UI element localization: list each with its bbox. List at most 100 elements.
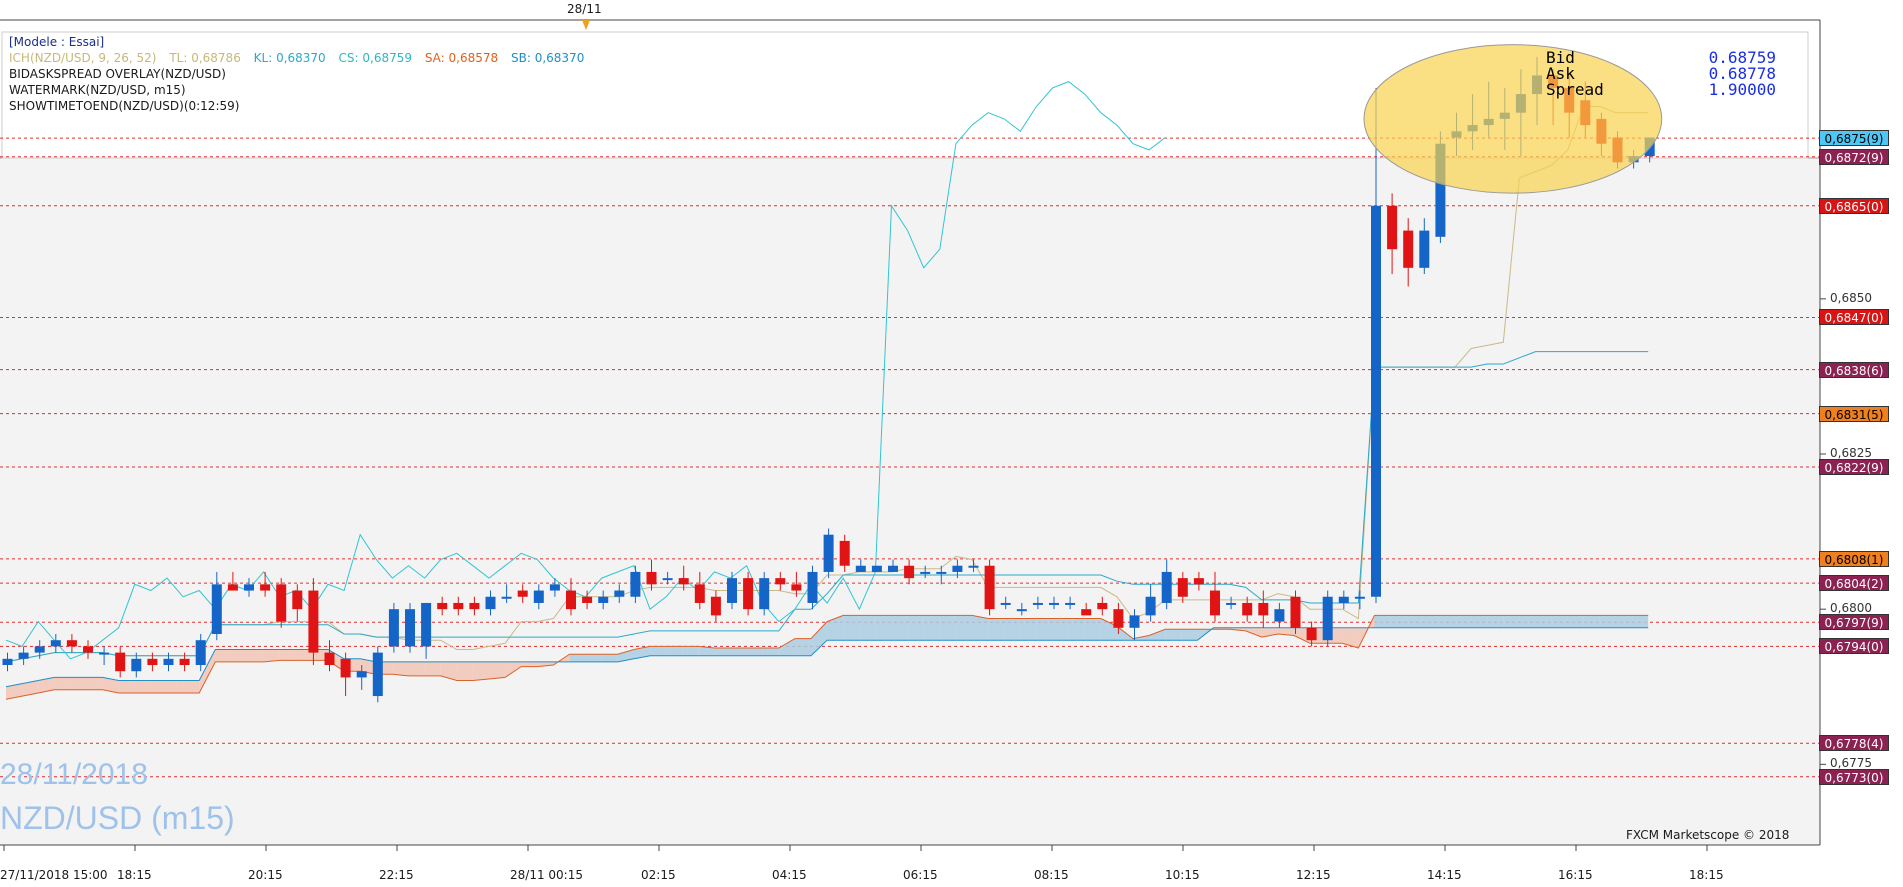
candle-body bbox=[227, 584, 238, 591]
candle-body bbox=[1049, 602, 1059, 605]
candle-body bbox=[743, 578, 754, 610]
price-label: 0,6872(9) bbox=[1819, 148, 1889, 165]
candle-body bbox=[839, 540, 850, 566]
cloud-segment bbox=[1567, 615, 1584, 628]
x-tick-label: 16:15 bbox=[1558, 868, 1593, 882]
price-label: 0,6778(4) bbox=[1819, 735, 1889, 752]
candle-body bbox=[1322, 596, 1333, 641]
price-label: 0,6875(9) bbox=[1819, 130, 1889, 147]
cloud-segment bbox=[923, 615, 940, 641]
candle-body bbox=[276, 584, 287, 622]
candle-body bbox=[308, 590, 319, 653]
candle-body bbox=[372, 652, 383, 697]
cloud-segment bbox=[183, 680, 200, 693]
ichimoku-sa: SA: 0,68578 bbox=[424, 51, 499, 65]
cloud-segment bbox=[585, 654, 602, 662]
candle-body bbox=[147, 658, 158, 666]
candle-body bbox=[662, 578, 673, 581]
y-tick-label: 0,6775 bbox=[1830, 756, 1872, 771]
watermark-date: 28/11/2018 bbox=[0, 758, 148, 791]
cloud-segment bbox=[1004, 618, 1021, 641]
price-label: 0,6797(9) bbox=[1819, 614, 1889, 631]
cloud-segment bbox=[247, 649, 264, 662]
candle-body bbox=[1210, 590, 1220, 616]
cloud-segment bbox=[408, 661, 425, 676]
cloud-segment bbox=[392, 661, 409, 676]
watermark-symbol: NZD/USD (m15) bbox=[0, 800, 235, 836]
cloud-segment bbox=[569, 654, 586, 662]
candle-body bbox=[1354, 596, 1365, 599]
x-axis bbox=[3, 845, 1708, 851]
candle-body bbox=[791, 584, 802, 591]
candle-body bbox=[920, 571, 931, 574]
cloud-segment bbox=[167, 680, 184, 693]
x-tick-label: 08:15 bbox=[1034, 868, 1069, 882]
candle-body bbox=[517, 590, 528, 597]
candle-body bbox=[871, 565, 882, 572]
candle-body bbox=[388, 609, 399, 647]
price-label: 0,6804(2) bbox=[1819, 575, 1889, 592]
cloud-segment bbox=[843, 615, 860, 641]
candle-body bbox=[1000, 602, 1011, 605]
cloud-segment bbox=[794, 638, 811, 656]
candle-body bbox=[131, 658, 142, 672]
price-label: 0,6847(0) bbox=[1819, 309, 1889, 326]
candle-body bbox=[1290, 596, 1301, 628]
cloud-segment bbox=[666, 646, 683, 656]
cloud-segment bbox=[1583, 615, 1600, 628]
cloud-segment bbox=[1390, 615, 1407, 628]
candle-body bbox=[855, 565, 866, 572]
ichimoku-name: ICH(NZD/USD, 9, 26, 52) bbox=[9, 51, 157, 65]
candle-body bbox=[807, 571, 818, 603]
cloud-segment bbox=[489, 661, 506, 679]
x-tick-label: 06:15 bbox=[903, 868, 938, 882]
spread-label: Spread bbox=[1546, 80, 1604, 99]
ichimoku-kl: KL: 0,68370 bbox=[253, 51, 326, 65]
candle-body bbox=[694, 584, 705, 603]
price-label: 0,6822(9) bbox=[1819, 459, 1889, 476]
candle-body bbox=[1387, 205, 1398, 250]
cloud-segment bbox=[456, 661, 473, 681]
x-tick-label: 12:15 bbox=[1296, 868, 1331, 882]
candle-body bbox=[356, 671, 367, 678]
cloud-segment bbox=[891, 615, 908, 641]
candle-body bbox=[501, 596, 512, 599]
candle-body bbox=[437, 602, 448, 610]
cloud-segment bbox=[263, 649, 280, 662]
x-tick-label: 02:15 bbox=[641, 868, 676, 882]
cloud-segment bbox=[1551, 615, 1568, 628]
ichimoku-line: ICH(NZD/USD, 9, 26, 52) TL: 0,68786 KL: … bbox=[9, 50, 593, 66]
candle-body bbox=[18, 652, 29, 659]
cloud-segment bbox=[859, 615, 876, 641]
cloud-segment bbox=[730, 647, 747, 656]
candle-body bbox=[775, 578, 786, 585]
cloud-segment bbox=[1519, 615, 1536, 628]
candle-body bbox=[1065, 602, 1076, 605]
candle-body bbox=[163, 658, 174, 666]
cloud-segment bbox=[972, 615, 989, 641]
candle-body bbox=[1403, 230, 1414, 268]
candle-body bbox=[1258, 602, 1269, 616]
price-label: 0,6773(0) bbox=[1819, 768, 1889, 785]
candle-body bbox=[678, 578, 689, 585]
price-label: 0,6794(0) bbox=[1819, 638, 1889, 655]
candle-body bbox=[2, 658, 13, 666]
cloud-segment bbox=[746, 647, 763, 656]
cloud-segment bbox=[1374, 615, 1391, 628]
candle-body bbox=[566, 590, 576, 610]
candle-body bbox=[1145, 596, 1156, 616]
candle-body bbox=[614, 590, 625, 597]
candlestick-chart[interactable] bbox=[0, 0, 1903, 887]
candle-body bbox=[759, 578, 770, 610]
candle-body bbox=[1081, 609, 1092, 616]
candle-body bbox=[598, 596, 609, 603]
cloud-segment bbox=[907, 615, 924, 641]
candle-body bbox=[83, 646, 93, 653]
candle-body bbox=[405, 609, 415, 647]
cloud-segment bbox=[1471, 615, 1488, 628]
cloud-segment bbox=[1616, 615, 1633, 628]
candle-body bbox=[421, 602, 432, 647]
cloud-segment bbox=[1036, 618, 1053, 641]
candle-body bbox=[952, 565, 963, 572]
bid-ask-panel: Bid 0.68759 Ask 0.68778 Spread 1.90000 bbox=[1546, 50, 1776, 98]
